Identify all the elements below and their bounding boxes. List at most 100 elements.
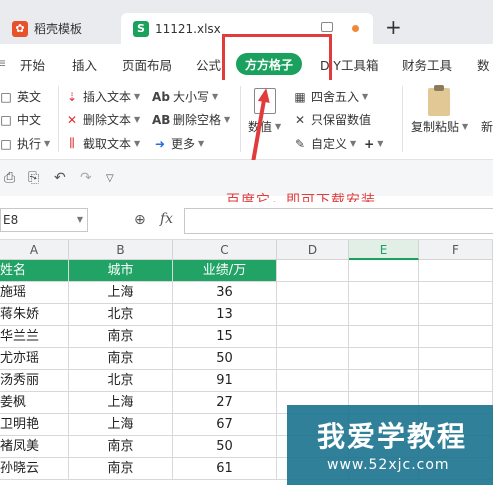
table-cell[interactable]: 南京 (69, 458, 173, 480)
tool-delete-text[interactable]: ✕ 删除文本 ▼ (64, 111, 140, 128)
add-tab-button[interactable]: + (385, 17, 402, 37)
empty-cell[interactable] (419, 282, 493, 304)
table-cell[interactable]: 15 (173, 326, 277, 348)
table-cell[interactable]: 施瑶 (0, 282, 69, 304)
empty-cell[interactable] (277, 304, 349, 326)
unsaved-dot-icon (352, 25, 359, 32)
tool-execute[interactable]: □ 执行 ▼ (0, 135, 50, 152)
col-header-e[interactable]: E (349, 240, 419, 260)
tool-chinese[interactable]: □ 中文 (0, 111, 41, 128)
table-cell[interactable]: 上海 (69, 392, 173, 414)
zoom-icon[interactable]: ⊕ (134, 212, 146, 228)
empty-cell[interactable] (419, 348, 493, 370)
table-cell[interactable]: 孙晓云 (0, 458, 69, 480)
menu-finance-tools[interactable]: 财务工具 (402, 55, 452, 74)
empty-cell[interactable] (277, 260, 349, 282)
table-cell[interactable]: 褚凤美 (0, 436, 69, 458)
empty-cell[interactable] (349, 326, 419, 348)
table-cell[interactable]: 上海 (69, 282, 173, 304)
empty-cell[interactable] (277, 370, 349, 392)
tab-docer[interactable]: ✿ 稻壳模板 (0, 13, 116, 44)
divider (58, 86, 59, 152)
table-cell[interactable]: 华兰兰 (0, 326, 69, 348)
table-cell[interactable]: 南京 (69, 326, 173, 348)
col-header-c[interactable]: C (173, 240, 277, 260)
empty-cell[interactable] (277, 326, 349, 348)
col-header-b[interactable]: B (69, 240, 173, 260)
table-cell[interactable]: 36 (173, 282, 277, 304)
table-cell[interactable]: 卫明艳 (0, 414, 69, 436)
table-cell[interactable]: 61 (173, 458, 277, 480)
table-cell[interactable]: 27 (173, 392, 277, 414)
table-cell[interactable]: 汤秀丽 (0, 370, 69, 392)
empty-cell[interactable] (277, 282, 349, 304)
table-cell[interactable]: 南京 (69, 436, 173, 458)
empty-cell[interactable] (349, 304, 419, 326)
table-cell[interactable]: 50 (173, 436, 277, 458)
tool-copy-paste[interactable]: 复制粘贴 ▼ (411, 118, 468, 135)
redo-icon[interactable]: ↷ (80, 170, 92, 186)
header-cell[interactable]: 业绩/万 (173, 260, 277, 282)
customize-qat-icon[interactable]: ▽ (106, 173, 114, 184)
col-header-d[interactable]: D (277, 240, 349, 260)
name-box[interactable]: E8 ▼ (0, 208, 88, 232)
table-cell[interactable]: 北京 (69, 304, 173, 326)
table-cell[interactable]: 91 (173, 370, 277, 392)
print-icon[interactable]: ⎙ (4, 170, 15, 186)
empty-cell[interactable] (419, 304, 493, 326)
header-cell[interactable]: 姓名 (0, 260, 69, 282)
print-preview-icon[interactable]: ⎘ (28, 170, 39, 186)
tool-extract-text[interactable]: ⫼ 截取文本 ▼ (64, 135, 140, 152)
table-cell[interactable]: 姜枫 (0, 392, 69, 414)
tab-workbook-label: 11121.xlsx (155, 21, 221, 36)
table-cell[interactable]: 上海 (69, 414, 173, 436)
empty-cell[interactable] (277, 348, 349, 370)
table-cell[interactable]: 13 (173, 304, 277, 326)
tool-keep-values[interactable]: ✕ 只保留数值 (292, 111, 371, 128)
execute-icon: □ (0, 136, 12, 151)
tool-numeric[interactable]: 数值▼ (248, 118, 281, 135)
menu-home[interactable]: 开始 (20, 55, 45, 74)
watermark: 我爱学教程 www.52xjc.com (287, 405, 493, 485)
table-cell[interactable]: 67 (173, 414, 277, 436)
menu-more[interactable]: 数 (477, 55, 490, 74)
tool-remove-spaces[interactable]: AB 删除空格 ▼ (152, 111, 230, 128)
menu-page-layout[interactable]: 页面布局 (122, 55, 172, 74)
table-row: 汤秀丽 北京 91 (0, 370, 493, 392)
menu-insert[interactable]: 插入 (72, 55, 97, 74)
fx-icon[interactable]: fx (160, 211, 173, 227)
empty-cell[interactable] (349, 370, 419, 392)
tool-more[interactable]: ➜ 更多 ▼ (152, 135, 204, 152)
tool-new[interactable]: 新 (481, 118, 493, 135)
table-cell[interactable]: 蒋朱娇 (0, 304, 69, 326)
table-cell[interactable]: 50 (173, 348, 277, 370)
formula-input[interactable] (184, 208, 493, 234)
tool-custom[interactable]: ✎ 自定义 ▼ + ▼ (292, 135, 383, 152)
menu-formula[interactable]: 公式 (196, 55, 221, 74)
tool-insert-text[interactable]: ⇣ 插入文本 ▼ (64, 88, 140, 105)
empty-cell[interactable] (419, 370, 493, 392)
empty-cell[interactable] (419, 260, 493, 282)
divider (402, 86, 403, 152)
text-icon: □ (0, 89, 12, 104)
table-cell[interactable]: 南京 (69, 348, 173, 370)
plus-icon[interactable]: + (364, 137, 374, 151)
table-cell[interactable]: 北京 (69, 370, 173, 392)
tool-case[interactable]: Ab 大小写 ▼ (152, 88, 218, 105)
highlight-box (222, 34, 332, 86)
header-cell[interactable]: 城市 (69, 260, 173, 282)
undo-icon[interactable]: ↶ (54, 170, 66, 186)
table-cell[interactable]: 尤亦瑶 (0, 348, 69, 370)
chevron-down-icon: ▼ (76, 215, 83, 224)
empty-cell[interactable] (349, 282, 419, 304)
tool-round[interactable]: ▦ 四舍五入 ▼ (292, 88, 368, 105)
tool-english[interactable]: □ 英文 (0, 88, 41, 105)
window-icon[interactable] (321, 22, 333, 32)
case-icon: Ab (152, 89, 170, 104)
col-header-a[interactable]: A (0, 240, 69, 260)
empty-cell[interactable] (349, 348, 419, 370)
col-header-f[interactable]: F (419, 240, 493, 260)
spreadsheet-icon: S (133, 20, 149, 37)
empty-cell[interactable] (419, 326, 493, 348)
empty-cell[interactable] (349, 260, 419, 282)
